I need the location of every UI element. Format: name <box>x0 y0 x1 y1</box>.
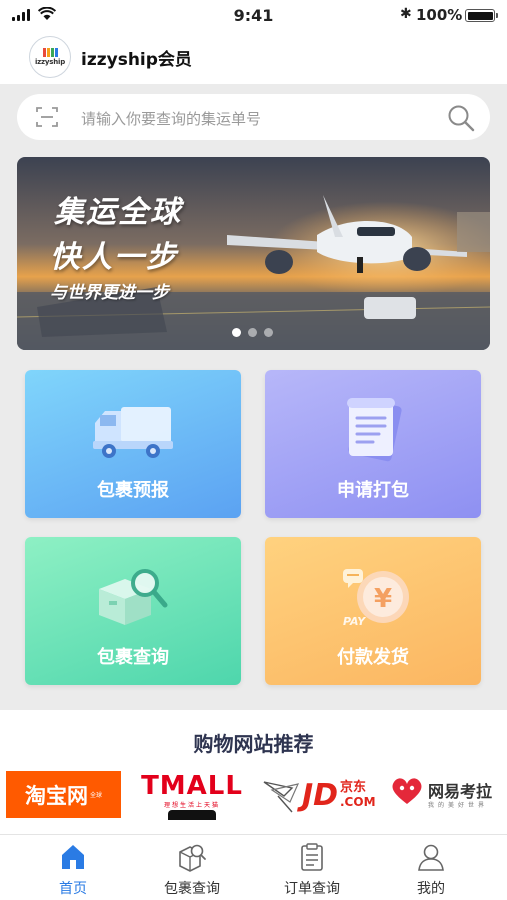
logo-bars-icon <box>42 48 58 57</box>
search-placeholder[interactable]: 请输入你要查询的集运单号 <box>81 108 261 129</box>
taobao-link[interactable]: 淘宝网 全球 <box>6 771 121 818</box>
taobao-logo-text: 淘宝网 <box>24 783 88 808</box>
app-logo[interactable]: izzyship <box>29 36 71 78</box>
search-icon[interactable] <box>446 103 476 133</box>
jd-logo-com: .COM <box>340 795 376 809</box>
tmall-cat-icon <box>168 810 216 820</box>
tab-label: 包裹查询 <box>164 881 220 897</box>
tab-label: 订单查询 <box>284 881 340 897</box>
jd-dog-icon <box>263 781 300 813</box>
tab-parcel-query[interactable]: 包裹查询 <box>137 835 247 900</box>
yen-coin-icon: ¥ PAY <box>343 569 409 628</box>
logo-text: izzyship <box>34 58 66 66</box>
banner-tagline: 与世界更进一步 <box>50 283 169 303</box>
carousel-indicator[interactable] <box>232 328 273 337</box>
svg-text:PAY: PAY <box>343 615 366 628</box>
tab-order-query[interactable]: 订单查询 <box>257 835 367 900</box>
kaola-heart-icon <box>392 778 422 804</box>
battery-icon <box>465 9 498 22</box>
tmall-link[interactable]: TMALL 理想生活上天猫 <box>140 771 244 820</box>
package-search-icon <box>179 844 206 872</box>
tab-home[interactable]: 首页 <box>18 835 128 900</box>
tile-label: 付款发货 <box>337 647 409 668</box>
jd-link[interactable]: JD 京东 .COM <box>262 772 376 818</box>
clipboard-icon <box>301 843 323 871</box>
bluetooth-icon: ✱ <box>400 6 412 22</box>
carousel-dot[interactable] <box>232 328 241 337</box>
tile-label: 申请打包 <box>337 480 409 501</box>
bottom-tab-bar: 首页 包裹查询 订单查询 我的 <box>0 834 507 900</box>
battery-percent: 100% <box>416 6 463 24</box>
parcel-query-tile[interactable]: 包裹查询 <box>25 537 241 685</box>
box-search-icon <box>99 569 168 625</box>
search-bar[interactable]: 请输入你要查询的集运单号 <box>17 94 490 140</box>
jd-logo-cn: 京东 <box>340 780 367 795</box>
tab-mine[interactable]: 我的 <box>376 835 486 900</box>
carousel-dot[interactable] <box>248 328 257 337</box>
carousel-dot[interactable] <box>264 328 273 337</box>
home-icon <box>62 845 84 869</box>
tmall-logo-text: TMALL <box>141 771 243 801</box>
parcel-forecast-tile[interactable]: 包裹预报 <box>25 370 241 518</box>
tmall-logo-sub: 理想生活上天猫 <box>163 802 220 809</box>
kaola-logo-sub: 我的美好世界 <box>428 802 489 809</box>
pay-ship-tile[interactable]: ¥ PAY 付款发货 <box>265 537 481 685</box>
kaola-logo-text: 网易考拉 <box>428 782 493 801</box>
taobao-logo-sub: 全球 <box>89 792 102 799</box>
document-icon <box>347 398 402 462</box>
section-title: 购物网站推荐 <box>193 732 314 756</box>
promo-banner[interactable]: 集运全球 快人一步 与世界更进一步 <box>17 157 490 350</box>
banner-headline-1: 集运全球 <box>54 195 182 230</box>
truck-icon <box>93 407 173 458</box>
shopping-sites-section: 购物网站推荐 淘宝网 全球 TMALL 理想生活上天猫 JD 京东 .COM 网… <box>0 710 507 834</box>
banner-headline-2: 快人一步 <box>50 240 178 275</box>
tile-label: 包裹预报 <box>97 480 169 501</box>
jd-logo-text: JD <box>302 778 339 813</box>
tab-label: 首页 <box>59 881 87 897</box>
tab-label: 我的 <box>417 881 445 897</box>
kaola-link[interactable]: 网易考拉 我的美好世界 <box>390 772 500 818</box>
user-icon <box>418 844 444 871</box>
scan-icon[interactable] <box>35 105 59 129</box>
tile-label: 包裹查询 <box>97 647 169 668</box>
status-bar: 9:41 ✱ 100% <box>0 0 507 30</box>
app-header: izzyship izzyship会员 <box>0 30 507 84</box>
svg-text:¥: ¥ <box>374 584 392 614</box>
apply-packing-tile[interactable]: 申请打包 <box>265 370 481 518</box>
app-title: izzyship会员 <box>81 49 192 70</box>
